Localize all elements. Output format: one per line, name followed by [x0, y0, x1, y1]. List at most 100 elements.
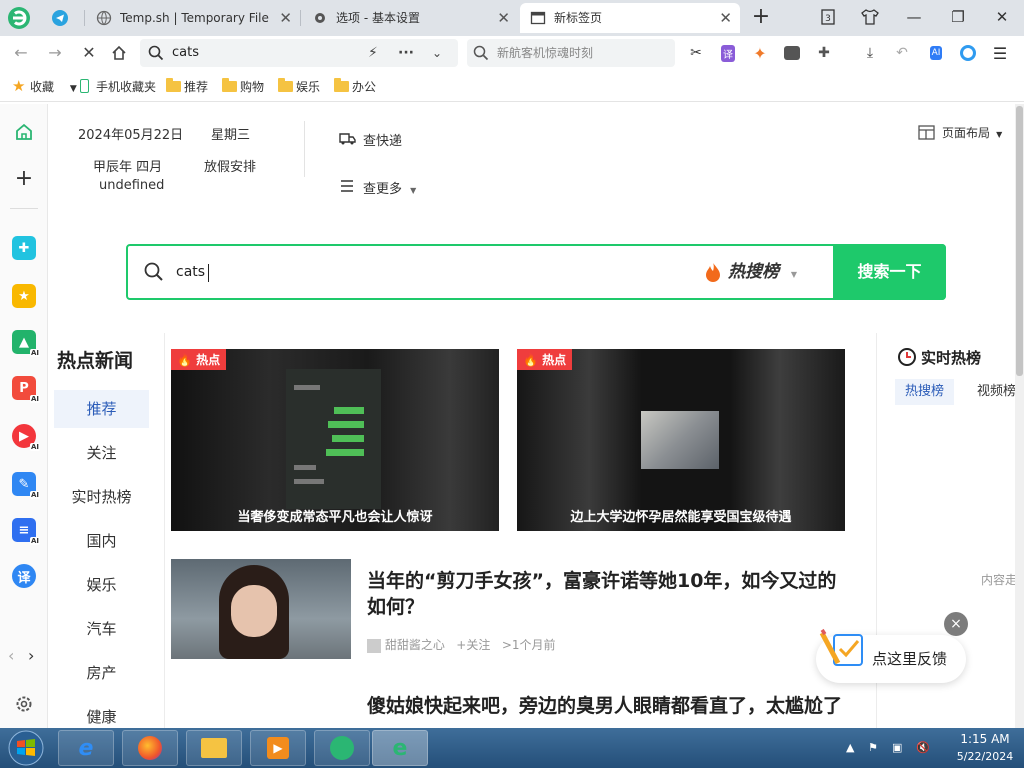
screenshot-scissors-icon[interactable]: ✂	[686, 43, 706, 63]
browser-sync-icon[interactable]	[958, 43, 978, 63]
story-author[interactable]: 甜甜酱之心	[385, 638, 445, 652]
bookmark-folder-shopping[interactable]: 购物	[222, 78, 264, 96]
tab-options[interactable]: 选项 - 基本设置 ✕	[302, 3, 518, 33]
chevron-down-icon[interactable]: ⌄	[432, 39, 442, 67]
telegram-icon	[52, 10, 68, 26]
tab-temp-sh-upload[interactable]: Temp.sh | Temporary File Uplo ✕	[86, 3, 300, 33]
more-options-icon[interactable]: ···	[398, 39, 414, 67]
clock-time[interactable]: 1:15 AM	[950, 732, 1020, 746]
undo-icon[interactable]: ↶	[892, 43, 912, 63]
pocket-extension-icon[interactable]	[782, 43, 802, 63]
download-icon[interactable]: ⤓	[860, 43, 880, 63]
taskbar-firefox-icon[interactable]	[122, 730, 178, 766]
feedback-widget[interactable]: 点这里反馈	[816, 628, 966, 683]
volume-muted-icon[interactable]: 🔇	[916, 741, 930, 754]
chevron-down-icon[interactable]: ▼	[70, 84, 77, 94]
page-layout-button[interactable]: 页面布局 ▼	[918, 124, 1002, 141]
hot-search-dropdown[interactable]: 热搜榜 ▼	[704, 246, 797, 301]
bookmark-mobile-favorites[interactable]: 手机收藏夹	[78, 78, 156, 96]
add-icon[interactable]: +	[12, 166, 36, 191]
taskbar-explorer-icon[interactable]	[186, 730, 242, 766]
chevron-left-icon[interactable]: ‹	[8, 646, 14, 665]
ai-document-icon[interactable]: ≡ AI	[12, 518, 40, 545]
skin-icon[interactable]	[856, 4, 884, 30]
close-tab-icon[interactable]: ✕	[279, 3, 292, 33]
nav-item-recommend[interactable]: 推荐	[54, 390, 149, 428]
windows-start-button[interactable]	[4, 729, 48, 767]
main-search-box[interactable]: cats 热搜榜 ▼ 搜索一下	[126, 244, 946, 300]
bookmark-folder-office[interactable]: 办公	[334, 78, 376, 96]
ai-assistant-icon[interactable]: AI	[926, 43, 946, 63]
favorites-star-icon[interactable]: ★	[12, 284, 36, 308]
hero-news-card[interactable]: 🔥 热点 边上大学边怀孕居然能享受国宝级待遇	[517, 349, 845, 531]
translate-icon[interactable]: 译	[12, 564, 36, 588]
undefined-text: undefined	[99, 178, 165, 193]
forward-button[interactable]: →	[42, 40, 68, 66]
ai-video-icon[interactable]: ▶ AI	[12, 424, 40, 451]
close-tab-icon[interactable]: ✕	[719, 3, 732, 33]
address-text[interactable]: cats	[172, 39, 199, 67]
taskbar-media-player-icon[interactable]: ▶	[250, 730, 306, 766]
game-extension-icon[interactable]: ✦	[750, 43, 770, 63]
close-tab-icon[interactable]: ✕	[497, 3, 510, 33]
follow-button[interactable]: +关注	[456, 638, 490, 652]
ai-image-icon[interactable]: ▲ AI	[12, 330, 40, 357]
chevron-right-icon[interactable]: ›	[28, 646, 34, 665]
feedback-close-button[interactable]: ×	[944, 612, 968, 636]
express-tracking-link[interactable]: 查快递	[339, 130, 402, 149]
more-links-dropdown[interactable]: 查更多 ▼	[339, 178, 416, 197]
tab-temp-sh[interactable]	[42, 3, 86, 33]
tab-video-rank[interactable]: 视频榜	[967, 379, 1015, 405]
medical-plus-icon[interactable]: ✚	[12, 236, 36, 260]
close-window-button[interactable]: ✕	[988, 4, 1016, 30]
address-bar[interactable]: cats ⚡ ··· ⌄	[140, 39, 458, 67]
search-button[interactable]: 搜索一下	[833, 244, 946, 300]
side-search-box[interactable]: 新航客机惊魂时刻	[467, 39, 675, 67]
home-button[interactable]	[106, 40, 132, 66]
lightning-icon[interactable]: ⚡	[368, 39, 378, 67]
taskbar-app-icon[interactable]	[314, 730, 370, 766]
hero-news-card[interactable]: 🔥 热点 当奢侈变成常态平凡也会让人惊讶	[171, 349, 499, 531]
bookmark-label: 娱乐	[296, 80, 321, 94]
network-icon[interactable]: ▣	[892, 741, 902, 754]
new-tab-button[interactable]: +	[748, 4, 774, 30]
nav-item-domestic[interactable]: 国内	[54, 522, 149, 560]
holiday-link[interactable]: 放假安排	[204, 156, 256, 175]
nav-item-auto[interactable]: 汽车	[54, 610, 149, 648]
nav-item-realtime-hot[interactable]: 实时热榜	[54, 478, 149, 516]
search-input[interactable]: cats	[176, 246, 205, 298]
tab-hot-search[interactable]: 热搜榜	[895, 379, 955, 405]
page-scrollbar[interactable]	[1015, 104, 1024, 728]
nav-item-real-estate[interactable]: 房产	[54, 654, 149, 692]
taskbar-ie-icon[interactable]: e	[58, 730, 114, 766]
back-button[interactable]: ←	[8, 40, 34, 66]
translate-extension-icon[interactable]: 译	[718, 43, 738, 63]
story-thumbnail[interactable]	[171, 559, 351, 659]
nav-item-follow[interactable]: 关注	[54, 434, 149, 472]
scrollbar-thumb[interactable]	[1016, 106, 1023, 376]
tab-list-icon[interactable]: 3	[814, 4, 842, 30]
bookmark-favorites[interactable]: ★ 收藏 ▼	[12, 78, 77, 96]
home-icon[interactable]	[12, 120, 36, 144]
browser-logo-icon[interactable]	[6, 5, 32, 31]
tab-title: Temp.sh | Temporary File Uplo	[120, 11, 270, 25]
clock-date[interactable]: 5/22/2024	[950, 750, 1020, 763]
nav-item-health[interactable]: 健康	[54, 698, 149, 728]
tray-expand-icon[interactable]: ▲	[846, 741, 854, 754]
nav-item-entertainment[interactable]: 娱乐	[54, 566, 149, 604]
ai-edit-icon[interactable]: ✎ AI	[12, 472, 40, 499]
bookmark-folder-entertainment[interactable]: 娱乐	[278, 78, 320, 96]
flag-icon[interactable]: ⚑	[868, 741, 878, 754]
extensions-puzzle-icon[interactable]: ✚	[814, 43, 834, 63]
ai-pdf-icon[interactable]: P AI	[12, 376, 40, 403]
taskbar-browser-icon[interactable]: e	[372, 730, 428, 766]
bookmark-folder-recommend[interactable]: 推荐	[166, 78, 208, 96]
story-title[interactable]: 当年的“剪刀手女孩”，富豪许诺等她10年，如今又过的如何？	[367, 568, 847, 620]
restore-button[interactable]: ❐	[944, 4, 972, 30]
menu-icon[interactable]: ☰	[990, 43, 1010, 63]
stop-loading-button[interactable]: ✕	[76, 40, 102, 66]
settings-gear-icon[interactable]	[14, 694, 34, 717]
tab-new-tab-page[interactable]: 新标签页 ✕	[520, 3, 740, 33]
story-title[interactable]: 傻姑娘快起来吧，旁边的臭男人眼睛都看直了，太尴尬了	[367, 693, 847, 719]
minimize-button[interactable]: —	[900, 4, 928, 30]
